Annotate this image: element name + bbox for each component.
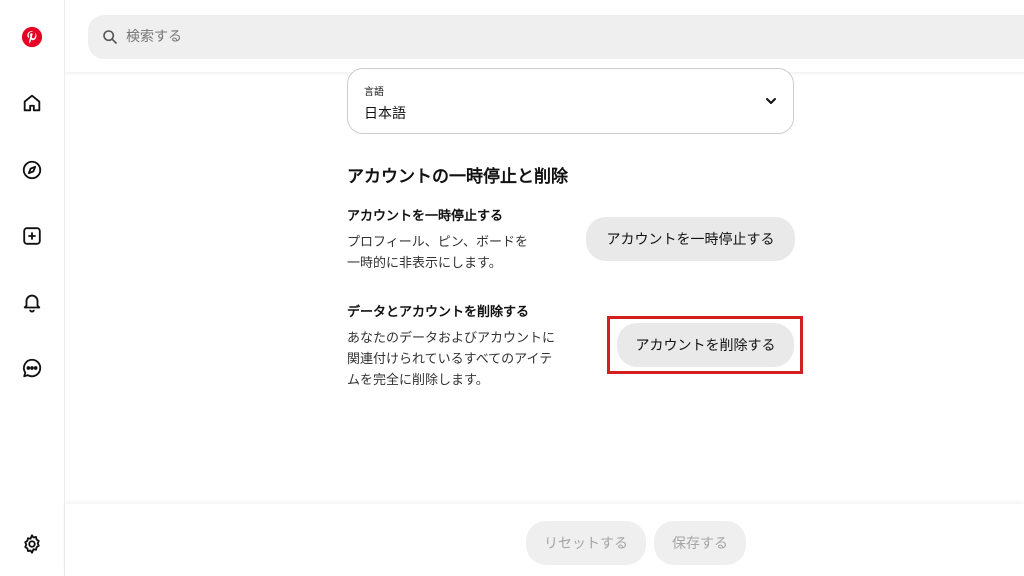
- deactivate-account-button[interactable]: アカウントを一時停止する: [586, 217, 795, 261]
- bell-icon[interactable]: [16, 286, 48, 318]
- search-bar[interactable]: [88, 15, 1024, 59]
- language-select[interactable]: 言語 日本語: [347, 68, 794, 134]
- section-title: アカウントの一時停止と削除: [347, 167, 568, 187]
- gear-icon[interactable]: [16, 528, 48, 560]
- search-input[interactable]: [124, 28, 728, 46]
- settings-content: 言語 日本語 アカウントの一時停止と削除 アカウントを一時停止する プロフィール…: [65, 68, 1024, 504]
- pinterest-logo-icon: [21, 26, 43, 48]
- save-button[interactable]: 保存する: [654, 521, 746, 565]
- top-bar: [65, 0, 1024, 72]
- delete-desc-line: 関連付けられているすべてのアイテ: [347, 352, 553, 367]
- pinterest-logo[interactable]: [16, 21, 48, 53]
- delete-title: データとアカウントを削除する: [347, 305, 530, 320]
- language-value: 日本語: [364, 106, 406, 122]
- highlight-box: [607, 316, 803, 374]
- chat-bubble-icon[interactable]: [16, 352, 48, 384]
- sidebar: [0, 0, 65, 576]
- search-icon: [103, 30, 117, 44]
- delete-desc-line: あなたのデータおよびアカウントに: [347, 331, 556, 346]
- footer-bar: リセットする 保存する: [65, 504, 1024, 576]
- language-label: 言語: [364, 87, 384, 98]
- delete-description: あなたのデータおよびアカウントに 関連付けられているすべてのアイテ ムを完全に削…: [347, 328, 555, 391]
- home-icon[interactable]: [16, 87, 48, 119]
- reset-button[interactable]: リセットする: [526, 521, 646, 565]
- deactivate-desc-line: プロフィール、ピン、ボードを: [347, 235, 528, 250]
- deactivate-title: アカウントを一時停止する: [347, 209, 504, 224]
- chevron-down-icon: [766, 98, 776, 104]
- create-icon[interactable]: [16, 220, 48, 252]
- delete-desc-line: ムを完全に削除します。: [347, 373, 489, 388]
- deactivate-description: プロフィール、ピン、ボードを 一時的に非表示にします。: [347, 232, 528, 274]
- compass-icon[interactable]: [16, 154, 48, 186]
- deactivate-desc-line: 一時的に非表示にします。: [347, 256, 502, 271]
